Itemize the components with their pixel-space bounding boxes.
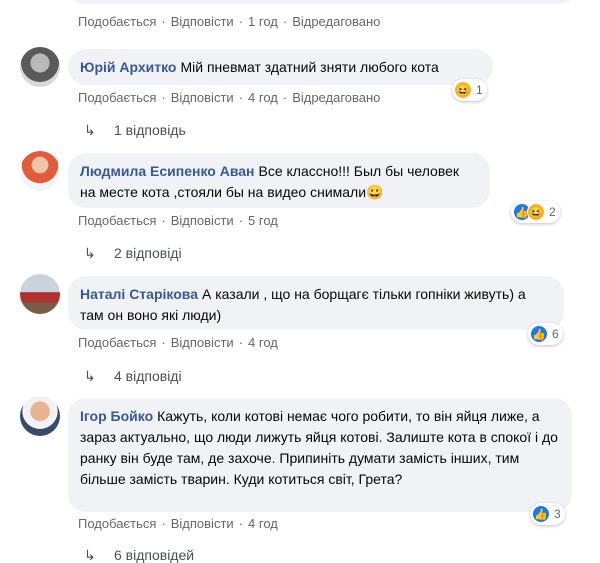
comment-actions: Подобається · Відповісти · 5 год [78,213,278,228]
haha-icon: 😆 [454,81,472,99]
avatar[interactable] [20,47,60,87]
comment-author[interactable]: Людмила Есипенко Аван [80,163,254,179]
reply-arrow-icon: ↳ [84,122,96,138]
view-replies-link[interactable]: ↳ 4 відповіді [84,368,182,385]
reaction-badge[interactable]: 😆 1 [452,79,487,101]
haha-icon: 😆 [527,203,545,221]
avatar[interactable] [20,151,60,191]
reaction-badge[interactable]: 👍 😆 2 [511,201,560,223]
reply-link[interactable]: Відповісти [171,335,234,350]
comment-author[interactable]: Ігор Бойко [80,408,153,424]
reaction-badge[interactable]: 👍 3 [530,503,565,525]
reaction-count: 3 [554,507,561,521]
like-link[interactable]: Подобається [78,335,156,350]
replies-count: 6 відповідей [114,547,195,563]
reply-arrow-icon: ↳ [84,547,96,563]
edited-label: Відредаговано [292,14,381,29]
comment-bubble: Наталі Старікова А казали , що на борщагє… [68,276,564,330]
replies-count: 2 відповіді [114,245,182,261]
view-replies-link[interactable]: ↳ 1 відповідь [84,122,186,139]
replies-count: 4 відповіді [114,368,182,384]
like-icon: 👍 [532,505,550,523]
reply-link[interactable]: Відповісти [171,90,234,105]
reaction-badge[interactable]: 👍 6 [528,323,563,345]
reaction-count: 1 [476,83,483,97]
reply-link[interactable]: Відповісти [171,213,234,228]
view-replies-link[interactable]: ↳ 2 відповіді [84,245,182,262]
comment-actions: Подобається · Відповісти · 4 год [78,516,278,531]
comment-bubble: Юрій Архитко Мій пневмат здатний зняти лю… [68,49,493,85]
reaction-count: 2 [549,205,556,219]
previous-comment-bubble [68,0,576,4]
comment-text: Мій пневмат здатний зняти любого кота [180,59,439,75]
avatar[interactable] [20,274,60,314]
reply-link[interactable]: Відповісти [171,14,234,29]
reaction-count: 6 [552,327,559,341]
like-link[interactable]: Подобається [78,90,156,105]
replies-count: 1 відповідь [114,122,186,138]
timestamp[interactable]: 4 год [248,335,278,350]
comment-bubble: Ігор Бойко Кажуть, коли котові немає чого… [68,398,572,512]
reply-arrow-icon: ↳ [84,245,96,261]
avatar[interactable] [20,396,60,436]
timestamp[interactable]: 1 год [248,14,278,29]
like-link[interactable]: Подобається [78,213,156,228]
reply-link[interactable]: Відповісти [171,516,234,531]
timestamp[interactable]: 4 год [248,516,278,531]
comment-author[interactable]: Наталі Старікова [80,286,198,302]
view-replies-link[interactable]: ↳ 6 відповідей [84,547,194,563]
like-link[interactable]: Подобається [78,516,156,531]
timestamp[interactable]: 5 год [248,213,278,228]
comment-author[interactable]: Юрій Архитко [80,59,176,75]
comment-actions: Подобається · Відповісти · 4 год · Відредагова… [78,90,381,105]
like-link[interactable]: Подобається [78,14,156,29]
like-icon: 👍 [530,325,548,343]
comment-actions: Подобається · Відповісти · 1 год · Відредагова… [78,14,381,29]
edited-label: Відредаговано [292,90,381,105]
comment-bubble: Людмила Есипенко Аван Все классно!!! Был … [68,153,490,208]
comment-actions: Подобається · Відповісти · 4 год [78,335,278,350]
reply-arrow-icon: ↳ [84,368,96,384]
timestamp[interactable]: 4 год [248,90,278,105]
